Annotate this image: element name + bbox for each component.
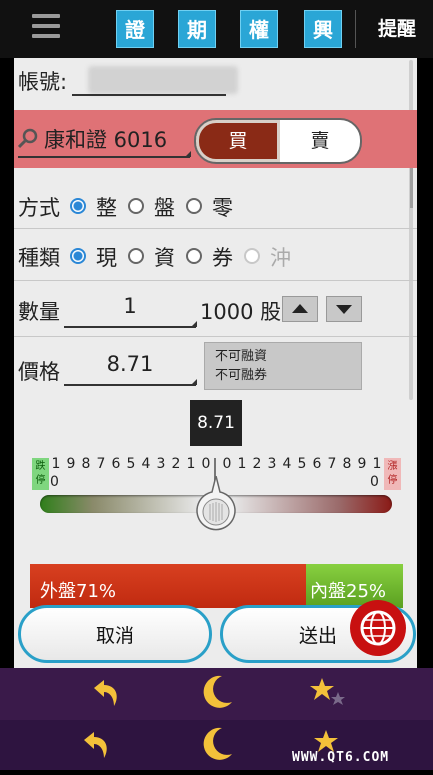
tick-label: 9 xyxy=(66,456,76,472)
account-label: 帳號: xyxy=(18,70,68,94)
account-underline xyxy=(72,94,226,96)
buy-button[interactable]: 買 xyxy=(196,120,280,162)
quantity-decrease-button[interactable] xyxy=(326,296,362,322)
quantity-unit: 1000 股 xyxy=(200,300,282,324)
tick-label: 4 xyxy=(141,456,151,472)
stock-search-field[interactable]: 康和證 6016 xyxy=(18,122,191,158)
undo-arrow-icon[interactable] xyxy=(76,726,116,766)
stars-icon[interactable] xyxy=(308,674,348,714)
tick-label: 5 xyxy=(126,456,136,472)
divider xyxy=(14,228,417,229)
tick-label: 0 xyxy=(50,474,59,490)
quantity-label: 數量 xyxy=(18,300,60,324)
type-option-daytrade: 沖 xyxy=(270,246,291,270)
type-radio-cash[interactable] xyxy=(70,248,86,264)
tick-label: 3 xyxy=(267,456,277,472)
margin-info-box: 不可融資 不可融券 xyxy=(204,342,362,390)
tick-label: 9 xyxy=(357,456,367,472)
search-icon xyxy=(18,128,38,149)
type-label: 種類 xyxy=(18,246,60,270)
account-value-masked[interactable] xyxy=(88,66,238,94)
nav-divider xyxy=(355,10,356,48)
divider xyxy=(14,280,417,281)
tick-label: 7 xyxy=(96,456,106,472)
tick-label: 0 xyxy=(201,456,211,472)
tick-label: 3 xyxy=(156,456,166,472)
method-radio-session[interactable] xyxy=(128,198,144,214)
moon-icon[interactable] xyxy=(196,724,236,764)
cancel-button[interactable]: 取消 xyxy=(18,605,212,663)
method-option-session[interactable]: 盤 xyxy=(154,192,175,222)
type-radio-daytrade xyxy=(244,248,260,264)
price-slider-knob[interactable] xyxy=(194,476,238,538)
limit-down-button[interactable]: 跌停 xyxy=(32,458,49,490)
moon-icon[interactable] xyxy=(196,672,236,712)
watermark: WWW.QT6.COM xyxy=(292,750,390,765)
outer-volume-bar: 外盤71% xyxy=(30,564,306,608)
tab-securities[interactable]: 證 xyxy=(116,10,154,48)
tick-label: 8 xyxy=(81,456,91,472)
divider xyxy=(14,336,417,337)
price-value: 8.71 xyxy=(106,352,154,376)
price-popup: 8.71 xyxy=(190,400,242,446)
tick-label: 1 xyxy=(372,456,382,472)
tick-label: 6 xyxy=(111,456,121,472)
menu-icon[interactable] xyxy=(32,14,60,40)
method-option-whole[interactable]: 整 xyxy=(96,192,117,222)
price-input[interactable]: 8.71 xyxy=(64,348,197,386)
tick-label: 7 xyxy=(327,456,337,472)
sell-button[interactable]: 賣 xyxy=(280,120,360,162)
type-radio-short[interactable] xyxy=(186,248,202,264)
remind-button[interactable]: 提醒 xyxy=(362,10,432,48)
type-option-margin[interactable]: 資 xyxy=(154,242,175,272)
undo-arrow-icon[interactable] xyxy=(86,674,126,714)
buy-sell-toggle[interactable]: 買 賣 xyxy=(194,118,362,164)
down-arrow-icon xyxy=(336,305,352,314)
tick-label: 2 xyxy=(252,456,262,472)
tab-emerging[interactable]: 興 xyxy=(304,10,342,48)
buy-sell-ratio-bar: 外盤71% 內盤25% xyxy=(30,564,403,608)
tick-label: 0 xyxy=(370,474,379,490)
quantity-value: 1 xyxy=(123,294,137,318)
tab-options[interactable]: 權 xyxy=(240,10,278,48)
tick-label: 2 xyxy=(171,456,181,472)
tick-label: 5 xyxy=(297,456,307,472)
limit-up-button[interactable]: 漲停 xyxy=(384,458,401,490)
type-radio-margin[interactable] xyxy=(128,248,144,264)
tick-label: 4 xyxy=(282,456,292,472)
tick-label: 0 xyxy=(222,456,232,472)
short-info-line: 不可融券 xyxy=(215,368,268,383)
tick-label: 1 xyxy=(237,456,247,472)
tab-futures[interactable]: 期 xyxy=(178,10,216,48)
stock-field-text: 康和證 6016 xyxy=(44,128,168,152)
method-option-odd[interactable]: 零 xyxy=(212,192,233,222)
tick-label: 8 xyxy=(342,456,352,472)
method-label: 方式 xyxy=(18,196,60,220)
tick-label: 1 xyxy=(51,456,61,472)
order-form: 帳號: 康和證 6016 買 賣 方式 整 盤 零 種類 現 資 券 沖 數量 … xyxy=(14,58,417,670)
price-label: 價格 xyxy=(18,360,60,384)
method-radio-odd[interactable] xyxy=(186,198,202,214)
margin-info-line: 不可融資 xyxy=(215,349,268,364)
type-option-short[interactable]: 券 xyxy=(212,242,233,272)
broker-logo-icon[interactable] xyxy=(350,600,406,656)
quantity-input[interactable]: 1 xyxy=(64,290,197,328)
method-radio-whole[interactable] xyxy=(70,198,86,214)
type-option-cash[interactable]: 現 xyxy=(96,242,117,272)
up-arrow-icon xyxy=(292,304,308,313)
quantity-increase-button[interactable] xyxy=(282,296,318,322)
tick-label: 6 xyxy=(312,456,322,472)
tick-label: 1 xyxy=(186,456,196,472)
